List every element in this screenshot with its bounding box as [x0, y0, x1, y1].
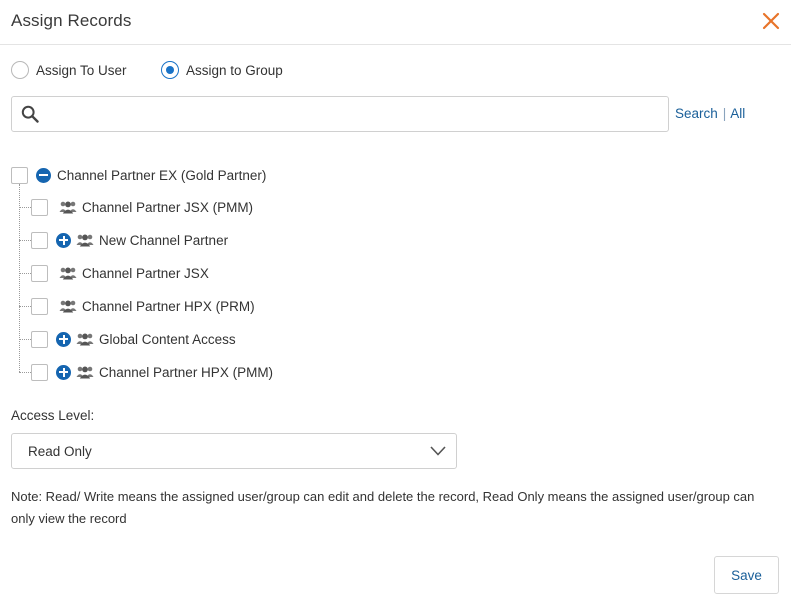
- tree-checkbox[interactable]: [31, 297, 48, 315]
- radio-circle[interactable]: [11, 61, 29, 79]
- access-note: Note: Read/ Write means the assigned use…: [11, 489, 755, 526]
- tree-connector: [19, 273, 31, 274]
- tree-connector: [19, 306, 31, 307]
- dialog-title: Assign Records: [11, 11, 132, 30]
- tree-checkbox[interactable]: [31, 264, 48, 282]
- tree-checkbox[interactable]: [11, 166, 28, 184]
- tree-node: Channel Partner HPX (PMM): [31, 362, 273, 382]
- tree-connector: [19, 339, 31, 340]
- search-box: [11, 96, 669, 132]
- tree-node: Global Content Access: [31, 329, 236, 349]
- tree-node-label: New Channel Partner: [99, 232, 229, 248]
- tree-node-label: Channel Partner HPX (PMM): [99, 364, 274, 380]
- save-button[interactable]: Save: [714, 556, 779, 594]
- radio-label: Assign To User: [36, 62, 127, 78]
- assign-to-user-radio[interactable]: Assign To User: [11, 61, 127, 79]
- tree-root-node: Channel Partner EX (Gold Partner): [11, 165, 266, 185]
- assign-to-group-radio[interactable]: Assign to Group: [161, 61, 283, 79]
- tree-node: Channel Partner JSX (PMM): [31, 197, 253, 217]
- search-icon: [21, 105, 39, 123]
- tree-checkbox[interactable]: [31, 198, 48, 216]
- tree-connector: [19, 184, 20, 372]
- search-input[interactable]: [48, 99, 658, 129]
- user-group-icon: [59, 267, 77, 280]
- tree-node: Channel Partner HPX (PRM): [31, 296, 255, 316]
- minus-circle-icon[interactable]: [36, 167, 51, 183]
- dialog-header: Assign Records: [0, 0, 791, 45]
- tree-node-label: Global Content Access: [99, 331, 236, 347]
- tree-node: New Channel Partner: [31, 230, 228, 250]
- access-level-label: Access Level:: [11, 408, 95, 423]
- chevron-down-icon: [430, 446, 446, 456]
- access-level-select[interactable]: Read Only: [11, 433, 457, 469]
- access-level-value: Read Only: [28, 444, 92, 459]
- all-link[interactable]: All: [730, 106, 745, 121]
- tree-connector: [19, 372, 31, 373]
- tree-connector: [19, 240, 31, 241]
- link-separator: |: [722, 106, 727, 121]
- close-icon[interactable]: [760, 10, 782, 32]
- user-group-icon: [76, 366, 94, 379]
- tree-node-label: Channel Partner EX (Gold Partner): [57, 167, 267, 183]
- radio-circle-selected[interactable]: [161, 61, 179, 79]
- search-link[interactable]: Search: [675, 106, 718, 121]
- plus-circle-icon[interactable]: [56, 364, 71, 380]
- user-group-icon: [59, 201, 77, 214]
- radio-label: Assign to Group: [186, 62, 283, 78]
- user-group-icon: [76, 234, 94, 247]
- tree-node-label: Channel Partner JSX: [82, 265, 209, 281]
- tree-node-label: Channel Partner JSX (PMM): [82, 199, 254, 215]
- user-group-icon: [76, 333, 94, 346]
- plus-circle-icon[interactable]: [56, 232, 71, 248]
- group-tree: Channel Partner EX (Gold Partner) Channe…: [0, 160, 791, 390]
- search-links: Search | All: [675, 106, 745, 121]
- tree-checkbox[interactable]: [31, 330, 48, 348]
- tree-checkbox[interactable]: [31, 231, 48, 249]
- tree-node-label: Channel Partner HPX (PRM): [82, 298, 255, 314]
- tree-checkbox[interactable]: [31, 363, 48, 381]
- tree-node: Channel Partner JSX: [31, 263, 209, 283]
- user-group-icon: [59, 300, 77, 313]
- plus-circle-icon[interactable]: [56, 331, 71, 347]
- tree-connector: [19, 207, 31, 208]
